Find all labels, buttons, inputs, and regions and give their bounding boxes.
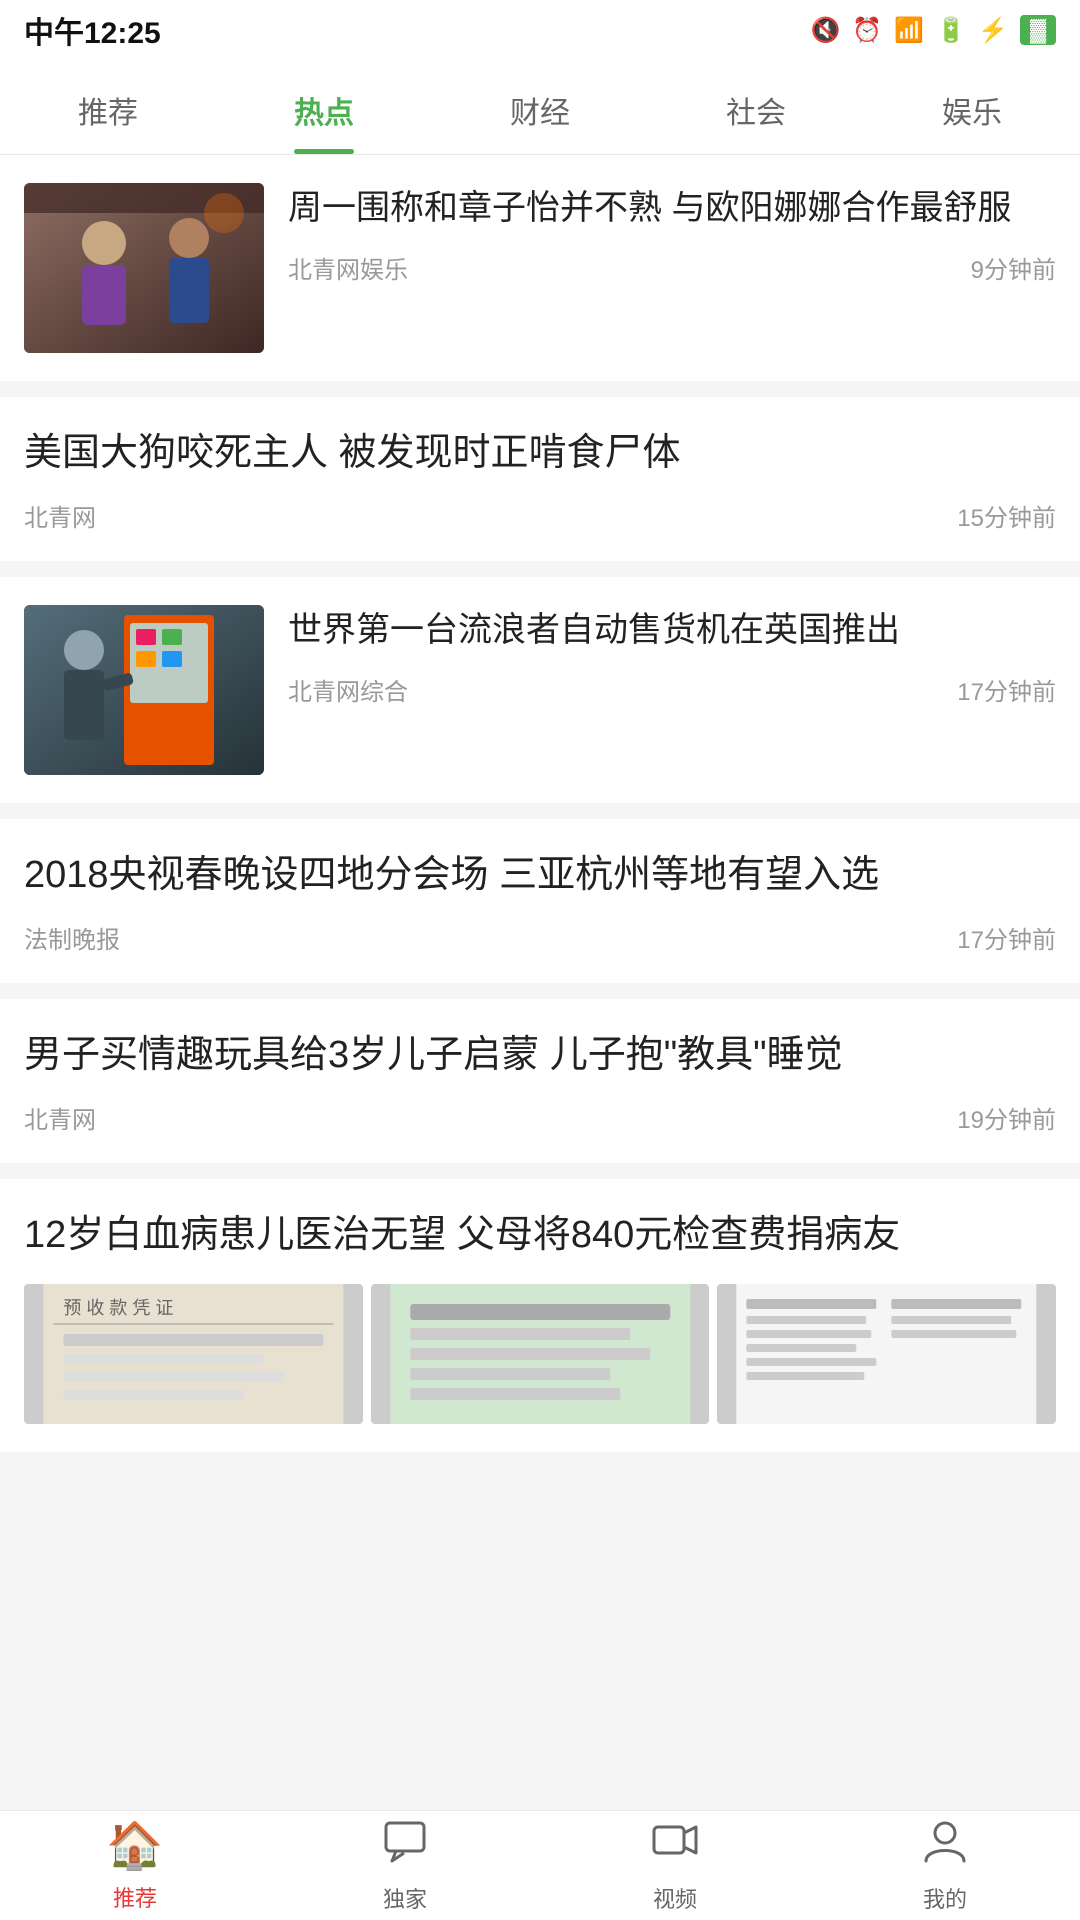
news-thumb-6a: 预 收 款 凭 证	[24, 1284, 363, 1424]
alarm-icon: ⏰	[852, 16, 882, 45]
tab-shehui[interactable]: 社会	[648, 60, 864, 154]
news-title-3: 世界第一台流浪者自动售货机在英国推出	[288, 605, 1056, 656]
nav-label-dujia: 独家	[383, 1882, 427, 1914]
video-icon	[652, 1817, 698, 1874]
news-item-5[interactable]: 男子买情趣玩具给3岁儿子启蒙 儿子抱"教具"睡觉 北青网 19分钟前	[0, 999, 1080, 1163]
wifi-icon: 📶	[894, 16, 924, 45]
profile-icon	[922, 1817, 968, 1874]
news-item-4[interactable]: 2018央视春晚设四地分会场 三亚杭州等地有望入选 法制晚报 17分钟前	[0, 819, 1080, 983]
news-content-1: 周一围称和章子怡并不熟 与欧阳娜娜合作最舒服 北青网娱乐 9分钟前	[288, 183, 1056, 285]
mute-icon: 🔇	[811, 16, 841, 45]
chat-icon	[382, 1817, 428, 1874]
bottom-navigation: 🏠 推荐 独家 视频 我的	[0, 1810, 1080, 1920]
tab-redian[interactable]: 热点	[216, 60, 432, 154]
nav-label-shipin: 视频	[653, 1882, 697, 1914]
news-source-1: 北青网娱乐	[288, 250, 408, 285]
news-thumb-grid-6: 预 收 款 凭 证	[24, 1284, 1056, 1424]
news-source-3: 北青网综合	[288, 672, 408, 707]
news-item-6[interactable]: 12岁白血病患儿医治无望 父母将840元检查费捐病友 预 收 款 凭 证	[0, 1179, 1080, 1452]
lightning-icon: ⚡	[978, 16, 1008, 45]
home-icon: 🏠	[106, 1818, 163, 1873]
nav-item-tuijian[interactable]: 🏠 推荐	[0, 1811, 270, 1920]
news-title-6: 12岁白血病患儿医治无望 父母将840元检查费捐病友	[24, 1207, 1056, 1264]
status-icons: 🔇 ⏰ 📶 🔋 ⚡ ▓	[811, 15, 1057, 45]
news-meta-3: 北青网综合 17分钟前	[288, 672, 1056, 707]
news-thumb-3	[24, 605, 264, 775]
news-title-1: 周一围称和章子怡并不熟 与欧阳娜娜合作最舒服	[288, 183, 1056, 234]
svg-text:预 收 款 凭 证: 预 收 款 凭 证	[63, 1298, 173, 1318]
news-list: 周一围称和章子怡并不熟 与欧阳娜娜合作最舒服 北青网娱乐 9分钟前 美国大狗咬死…	[0, 155, 1080, 1588]
news-source-5: 北青网	[24, 1100, 96, 1135]
tab-navigation: 推荐 热点 财经 社会 娱乐	[0, 60, 1080, 155]
news-thumb-6c	[717, 1284, 1056, 1424]
news-item-2[interactable]: 美国大狗咬死主人 被发现时正啃食尸体 北青网 15分钟前	[0, 397, 1080, 561]
news-thumb-1	[24, 183, 264, 353]
news-meta-2: 北青网 15分钟前	[24, 498, 1056, 533]
status-time: 中午12:25	[24, 8, 161, 52]
news-content-3: 世界第一台流浪者自动售货机在英国推出 北青网综合 17分钟前	[288, 605, 1056, 707]
status-bar: 中午12:25 🔇 ⏰ 📶 🔋 ⚡ ▓	[0, 0, 1080, 60]
nav-item-wode[interactable]: 我的	[810, 1811, 1080, 1920]
tab-tuijian[interactable]: 推荐	[0, 60, 216, 154]
news-meta-1: 北青网娱乐 9分钟前	[288, 250, 1056, 285]
nav-item-shipin[interactable]: 视频	[540, 1811, 810, 1920]
news-source-4: 法制晚报	[24, 920, 120, 955]
news-title-5: 男子买情趣玩具给3岁儿子启蒙 儿子抱"教具"睡觉	[24, 1027, 1056, 1084]
news-title-2: 美国大狗咬死主人 被发现时正啃食尸体	[24, 425, 1056, 482]
news-meta-5: 北青网 19分钟前	[24, 1100, 1056, 1135]
tab-caijing[interactable]: 财经	[432, 60, 648, 154]
news-time-4: 17分钟前	[957, 920, 1056, 955]
nav-label-tuijian: 推荐	[113, 1881, 157, 1913]
battery-icon: ▓	[1020, 15, 1056, 45]
news-item-1[interactable]: 周一围称和章子怡并不熟 与欧阳娜娜合作最舒服 北青网娱乐 9分钟前	[0, 155, 1080, 381]
news-meta-4: 法制晚报 17分钟前	[24, 920, 1056, 955]
news-time-5: 19分钟前	[957, 1100, 1056, 1135]
news-title-4: 2018央视春晚设四地分会场 三亚杭州等地有望入选	[24, 847, 1056, 904]
news-source-2: 北青网	[24, 498, 96, 533]
news-time-2: 15分钟前	[957, 498, 1056, 533]
nav-label-wode: 我的	[923, 1882, 967, 1914]
news-item-3[interactable]: 世界第一台流浪者自动售货机在英国推出 北青网综合 17分钟前	[0, 577, 1080, 803]
news-time-1: 9分钟前	[971, 250, 1056, 285]
tab-yule[interactable]: 娱乐	[864, 60, 1080, 154]
battery-x-icon: 🔋	[936, 16, 966, 45]
nav-item-dujia[interactable]: 独家	[270, 1811, 540, 1920]
news-thumb-6b	[371, 1284, 710, 1424]
news-time-3: 17分钟前	[957, 672, 1056, 707]
